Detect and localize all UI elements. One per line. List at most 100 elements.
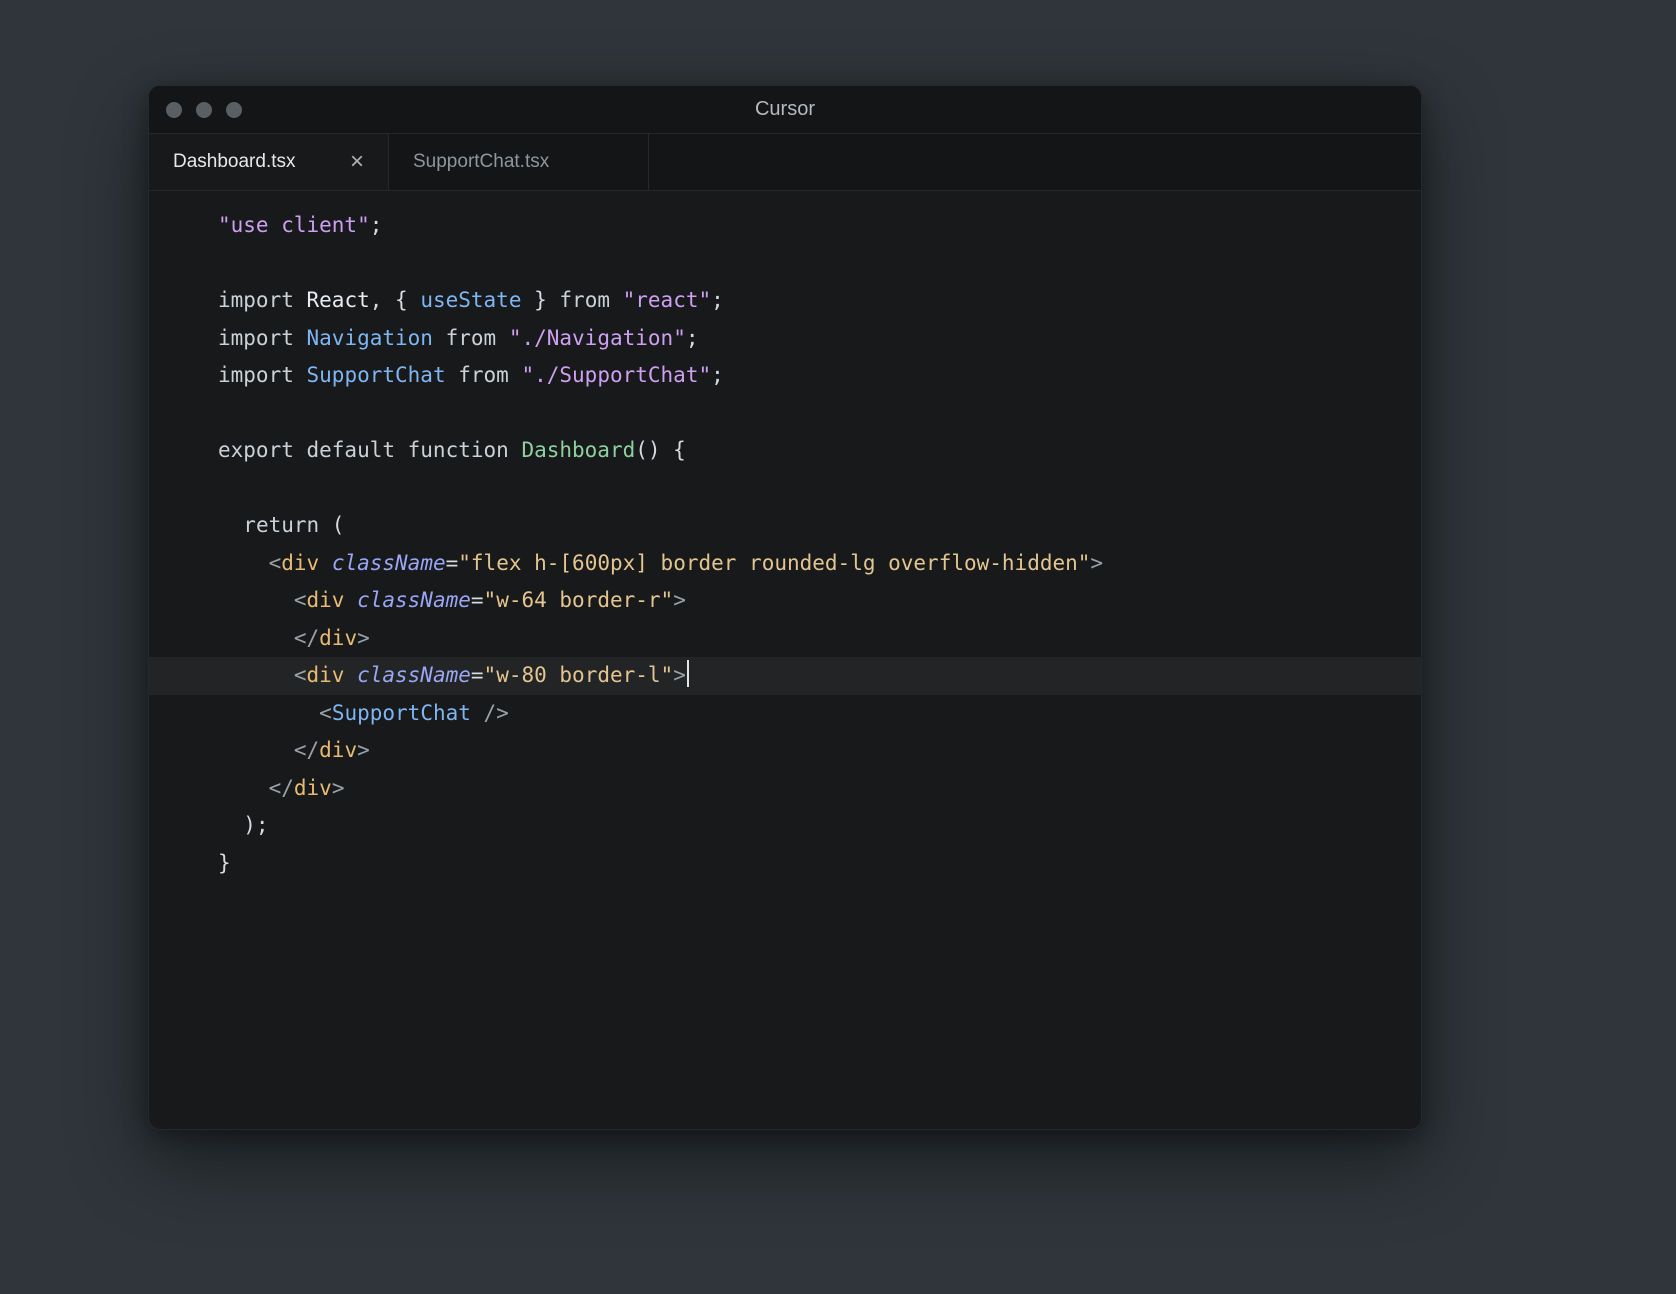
code-token: }	[218, 850, 231, 875]
code-token: >	[357, 738, 370, 762]
code-token: div	[281, 550, 332, 575]
window-title: Cursor	[754, 98, 815, 120]
code-token: =	[445, 550, 459, 575]
code-token: SupportChat	[306, 363, 446, 387]
code-token: import	[218, 325, 307, 350]
editor-tab-bar: Dashboard.tsx × SupportChat.tsx	[149, 134, 1421, 191]
code-token: "flex h-[600px] border rounded-lg overfl…	[458, 550, 1091, 575]
code-token: SupportChat	[331, 700, 471, 725]
tab-supportchat-tsx[interactable]: SupportChat.tsx	[389, 134, 649, 190]
tab-label: SupportChat.tsx	[413, 151, 550, 172]
code-token: () {	[635, 438, 686, 462]
code-token: </	[268, 775, 294, 800]
code-token: </	[293, 625, 320, 650]
code-token: className	[357, 663, 471, 687]
code-token: <	[268, 550, 282, 575]
code-token: =	[470, 663, 484, 687]
code-token: "w-64 border-r"	[483, 588, 674, 612]
close-icon[interactable]: ×	[350, 150, 364, 174]
code-line[interactable]	[149, 245, 1421, 283]
code-token: "react"	[622, 288, 712, 312]
code-line[interactable]: <div className="w-80 border-l">	[149, 657, 1421, 695]
code-token: }	[521, 288, 560, 312]
tab-dashboard-tsx[interactable]: Dashboard.tsx ×	[149, 134, 389, 190]
code-token: >	[673, 663, 686, 687]
code-line[interactable]	[149, 395, 1421, 433]
window-close-button[interactable]	[166, 101, 182, 118]
code-token: >	[673, 588, 686, 612]
code-token: Navigation	[306, 325, 433, 350]
code-token: from	[445, 325, 509, 350]
code-line[interactable]: import React, { useState } from "react";	[149, 282, 1421, 320]
code-token: Dashboard	[521, 438, 636, 462]
window-controls	[166, 86, 242, 133]
code-token: ;	[711, 363, 724, 387]
code-line[interactable]: </div>	[149, 732, 1421, 770]
code-token: div	[319, 625, 358, 650]
code-line[interactable]: );	[149, 807, 1421, 845]
code-token: </	[293, 738, 320, 762]
code-line[interactable]: </div>	[149, 770, 1421, 808]
code-token: >	[357, 625, 370, 650]
text-caret	[686, 660, 689, 687]
code-token: import	[218, 363, 307, 387]
code-token: =	[470, 588, 484, 612]
code-token: >	[1090, 550, 1104, 575]
code-line[interactable]: <div className="w-64 border-r">	[149, 582, 1421, 620]
code-token: ;	[685, 325, 699, 350]
code-token: export default function	[218, 438, 522, 462]
code-token: from	[458, 363, 522, 387]
code-line[interactable]	[149, 470, 1421, 508]
code-token: React	[306, 288, 370, 312]
code-token: import	[218, 288, 307, 312]
code-line[interactable]: }	[149, 845, 1421, 883]
code-token: className	[357, 588, 471, 612]
code-token: , {	[369, 288, 421, 312]
code-line[interactable]: export default function Dashboard() {	[149, 432, 1421, 470]
code-line[interactable]: </div>	[149, 620, 1421, 658]
code-token: return	[243, 513, 320, 537]
code-token: div	[293, 775, 332, 800]
code-token: div	[306, 663, 358, 687]
code-token: useState	[420, 288, 522, 312]
code-token: >	[331, 775, 345, 800]
code-line[interactable]: return (	[149, 507, 1421, 545]
window-titlebar: Cursor	[149, 86, 1421, 134]
code-token: div	[319, 738, 358, 762]
cursor-window: Cursor Dashboard.tsx × SupportChat.tsx "…	[148, 85, 1422, 1130]
code-token: "./SupportChat"	[521, 363, 712, 387]
code-token: />	[470, 700, 509, 725]
code-token: "./Navigation"	[508, 325, 686, 350]
code-token: "w-80 border-l"	[483, 663, 674, 687]
code-line[interactable]: <div className="flex h-[600px] border ro…	[149, 545, 1421, 583]
code-line[interactable]: import SupportChat from "./SupportChat";	[149, 357, 1421, 395]
code-token: <	[293, 588, 307, 612]
code-editor[interactable]: "use client"; import React, { useState } …	[149, 191, 1421, 1129]
window-zoom-button[interactable]	[226, 101, 242, 118]
window-minimize-button[interactable]	[196, 101, 212, 118]
code-token: <	[319, 700, 332, 725]
code-token: div	[306, 588, 358, 612]
code-token: "use client"	[218, 213, 370, 237]
code-token: ;	[711, 288, 724, 312]
code-token: (	[319, 513, 345, 537]
code-token: );	[218, 813, 269, 837]
code-token: className	[331, 550, 446, 575]
code-token: ;	[369, 213, 383, 237]
code-token: <	[293, 663, 307, 687]
code-line[interactable]: <SupportChat />	[149, 695, 1421, 733]
code-token: from	[559, 288, 623, 312]
tab-label: Dashboard.tsx	[173, 151, 296, 172]
code-line[interactable]: "use client";	[149, 207, 1421, 245]
code-line[interactable]: import Navigation from "./Navigation";	[149, 320, 1421, 358]
